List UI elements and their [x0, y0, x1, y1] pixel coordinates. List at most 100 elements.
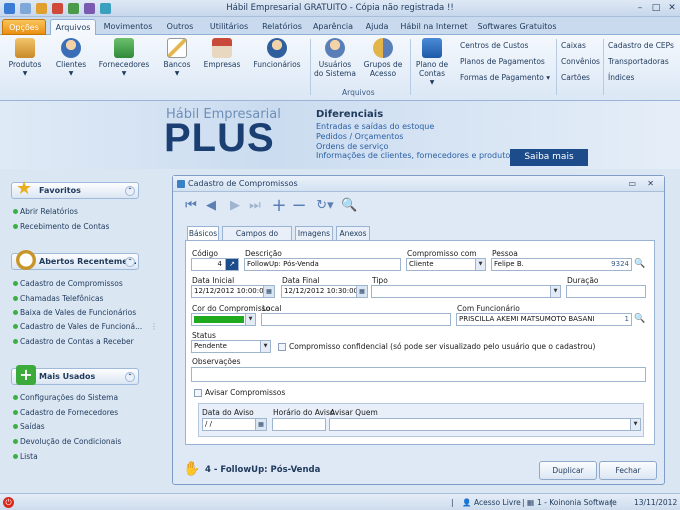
remove-icon[interactable]: − [291, 197, 307, 215]
sidebar-item[interactable]: Cadastro de Fornecedores [13, 408, 118, 417]
tab-basicos[interactable]: Básicos [187, 226, 219, 241]
duracao-field[interactable] [566, 285, 646, 298]
indices-link[interactable]: Índices [608, 73, 634, 82]
chevron-down-icon[interactable]: ▼ [475, 259, 485, 270]
sidebar-item[interactable]: Configurações do Sistema [13, 393, 119, 402]
search-icon[interactable]: 🔍 [634, 258, 648, 271]
duplicar-button[interactable]: Duplicar [539, 461, 597, 480]
fornecedores-button[interactable]: Fornecedores ▼ [96, 38, 152, 78]
calendar-icon[interactable]: ▦ [263, 286, 274, 297]
saiba-mais-button[interactable]: Saiba mais [510, 149, 588, 166]
collapse-icon[interactable]: ⌃ [125, 186, 135, 196]
planos-pagamentos-link[interactable]: Planos de Pagamentos [460, 57, 545, 66]
power-icon[interactable]: ⏻ [3, 497, 14, 508]
chevron-down-icon[interactable]: ▼ [245, 314, 255, 325]
caixas-link[interactable]: Caixas [561, 41, 586, 50]
sidebar-item[interactable]: Saídas [13, 422, 45, 431]
splitter-grip-icon[interactable]: ⋮ [150, 322, 158, 331]
next-record-icon[interactable]: ▶ [227, 197, 243, 215]
tab-outros[interactable]: Outros [162, 19, 198, 35]
recentes-header[interactable]: Abertos Recenteme... ⌃ [11, 250, 139, 270]
sidebar-item[interactable]: Cadastro de Vales de Funcioná... [13, 322, 142, 331]
sidebar-item-label: Configurações do Sistema [20, 393, 119, 402]
empresas-button[interactable]: Empresas [200, 38, 244, 69]
calendar-icon[interactable]: ▦ [356, 286, 367, 297]
chevron-down-icon[interactable]: ▼ [630, 419, 640, 430]
sidebar-item[interactable]: Devolução de Condicionais [13, 437, 121, 446]
tab-anexos[interactable]: Anexos [336, 226, 370, 240]
produtos-button[interactable]: Produtos ▼ [4, 38, 46, 78]
convenios-link[interactable]: Convênios [561, 57, 600, 66]
observacoes-field[interactable] [191, 367, 646, 382]
tab-relatorios[interactable]: Relatórios [258, 19, 306, 35]
tab-utilitarios[interactable]: Utilitários [204, 19, 254, 35]
clientes-button[interactable]: Clientes ▼ [50, 38, 92, 78]
close-icon[interactable]: ✕ [666, 2, 678, 14]
compromisso-com-value: Cliente [409, 260, 434, 268]
maximize-icon[interactable]: □ [650, 2, 662, 14]
avisar-quem-select[interactable]: ▼ [329, 418, 641, 431]
cartoes-link[interactable]: Cartões [561, 73, 590, 82]
close-icon[interactable]: ✕ [647, 176, 654, 192]
codigo-field[interactable]: 4 ↗ [191, 258, 239, 271]
collapse-icon[interactable]: ⌃ [125, 372, 135, 382]
local-field[interactable] [261, 313, 451, 326]
sidebar-item[interactable]: Chamadas Telefônicas [13, 294, 103, 303]
minimize-icon[interactable]: – [634, 2, 646, 14]
cor-select[interactable]: ▼ [191, 313, 256, 326]
compromisso-com-select[interactable]: Cliente ▼ [406, 258, 486, 271]
avisar-checkbox[interactable] [194, 389, 202, 397]
tab-opcoes[interactable]: Opções [2, 19, 46, 35]
descricao-field[interactable]: FollowUp: Pós-Venda [244, 258, 401, 271]
mais-usados-header[interactable]: + Mais Usados ⌃ [11, 365, 139, 385]
funcionarios-button[interactable]: Funcionários [250, 38, 304, 69]
tab-arquivos[interactable]: Arquivos [50, 19, 96, 36]
confidencial-checkbox[interactable] [278, 343, 286, 351]
sidebar-item[interactable]: Baixa de Vales de Funcionários [13, 308, 136, 317]
sidebar-item[interactable]: Cadastro de Compromissos [13, 279, 123, 288]
last-record-icon[interactable]: ⏭ [247, 197, 263, 215]
grupos-acesso-button[interactable]: Grupos de Acesso [362, 38, 404, 78]
favoritos-header[interactable]: ★ Favoritos ⌃ [11, 179, 139, 199]
tab-imagens[interactable]: Imagens [295, 226, 333, 240]
sidebar-item[interactable]: Lista [13, 452, 38, 461]
sidebar-item[interactable]: Recebimento de Contas [13, 222, 109, 231]
com-funcionario-field[interactable]: PRISCILLA AKEMI MATSUMOTO BASANI 1 [456, 313, 632, 326]
tab-campos-usuario[interactable]: Campos do Usuário [222, 226, 292, 251]
tab-ajuda[interactable]: Ajuda [362, 19, 392, 35]
plano-contas-button[interactable]: Plano de Contas ▼ [412, 38, 452, 87]
tipo-select[interactable]: ▼ [371, 285, 561, 298]
data-inicial-field[interactable]: 12/12/2012 10:00:00 ▦ [191, 285, 275, 298]
first-record-icon[interactable]: ⏮ [183, 197, 199, 215]
previous-record-icon[interactable]: ◀ [203, 197, 219, 215]
transportadoras-link[interactable]: Transportadoras [608, 57, 669, 66]
data-final-field[interactable]: 12/12/2012 10:30:00 ▦ [281, 285, 368, 298]
bancos-button[interactable]: Bancos ▼ [158, 38, 196, 78]
cadastro-ceps-link[interactable]: Cadastro de CEPs [608, 41, 674, 50]
refresh-icon[interactable]: ↻▾ [313, 197, 337, 215]
centros-custos-link[interactable]: Centros de Custos [460, 41, 528, 50]
search-icon[interactable]: 🔍 [634, 313, 648, 326]
chevron-down-icon[interactable]: ▼ [260, 341, 270, 352]
data-aviso-field[interactable]: / / ▦ [202, 418, 267, 431]
chevron-down-icon[interactable]: ▼ [550, 286, 560, 297]
search-icon[interactable]: 🔍 [341, 197, 357, 215]
sidebar-item[interactable]: Cadastro de Contas a Receber [13, 337, 134, 346]
usuarios-button[interactable]: Usuários do Sistema [314, 38, 356, 78]
tab-movimentos[interactable]: Movimentos [100, 19, 156, 35]
fechar-button[interactable]: Fechar [599, 461, 657, 480]
calendar-icon[interactable]: ▦ [255, 419, 266, 430]
status-select[interactable]: Pendente ▼ [191, 340, 271, 353]
tab-habil-internet[interactable]: Hábil na Internet [400, 19, 468, 35]
minimize-icon[interactable]: ▭ [628, 176, 636, 192]
tab-softwares-gratuitos[interactable]: Softwares Gratuitos [476, 19, 558, 35]
sidebar-item[interactable]: Abrir Relatórios [13, 207, 78, 216]
tab-aparencia[interactable]: Aparência [310, 19, 356, 35]
collapse-icon[interactable]: ⌃ [125, 257, 135, 267]
data-final-label: Data Final [282, 276, 320, 285]
open-arrow-icon[interactable]: ↗ [225, 259, 238, 270]
formas-pagamento-link[interactable]: Formas de Pagamento ▾ [460, 73, 550, 82]
add-icon[interactable]: + [271, 197, 287, 215]
horario-aviso-field[interactable] [272, 418, 326, 431]
pessoa-field[interactable]: Felipe B. 9324 [491, 258, 632, 271]
